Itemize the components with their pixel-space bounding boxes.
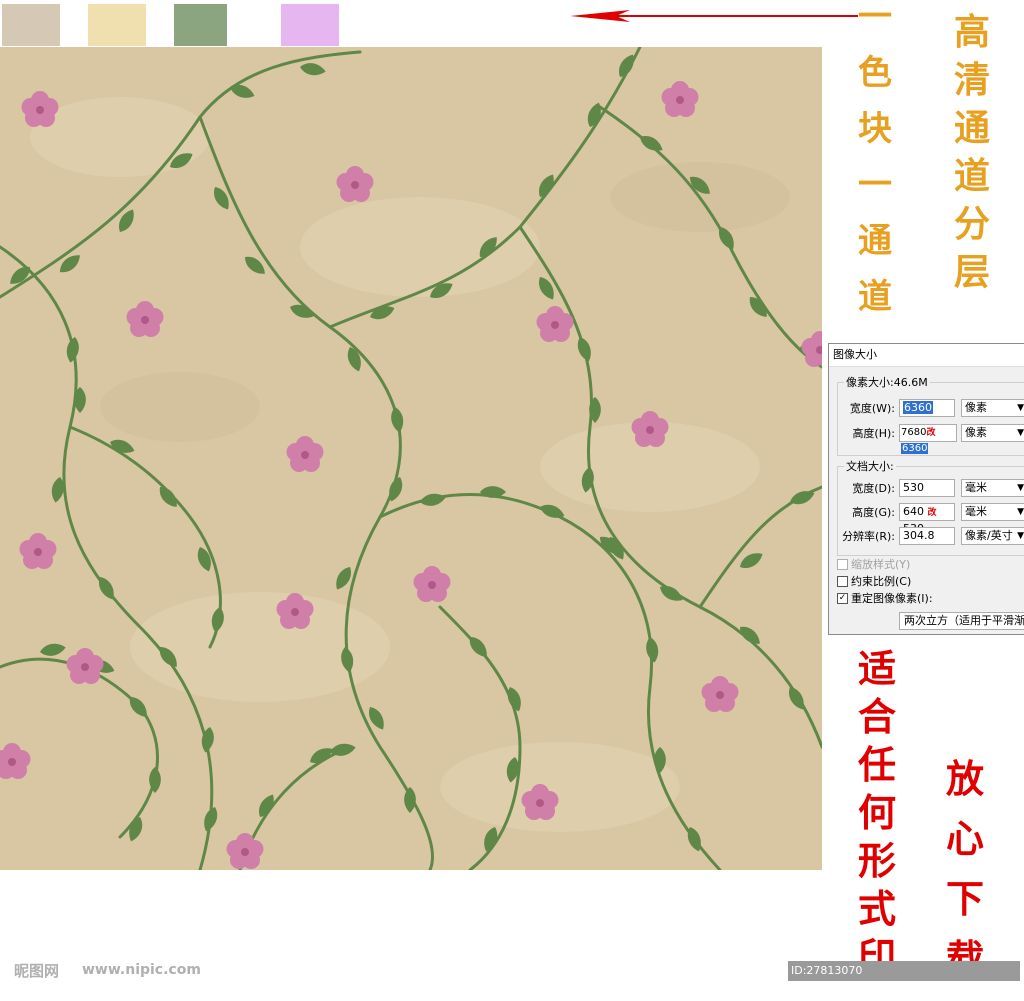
flower-center [141, 316, 149, 324]
flower-center [351, 181, 359, 189]
char: 合 [858, 694, 897, 739]
doc-height-old-value: 640 [903, 505, 924, 518]
width-unit-select[interactable]: 像素 ▼ [961, 399, 1024, 417]
swatch-white [227, 4, 285, 46]
char: 何 [858, 790, 897, 835]
flower-center [36, 106, 44, 114]
char: 高 [954, 11, 991, 53]
chevron-down-icon: ▼ [1017, 403, 1024, 413]
char: 色 [858, 53, 892, 93]
floral-pattern-image [0, 47, 822, 870]
doc-width-unit-select[interactable]: 毫米 ▼ [961, 479, 1024, 497]
constrain-label: 约束比例(C) [851, 575, 912, 588]
resample-checkbox[interactable]: ✓ 重定图像像素(I): [837, 592, 933, 606]
swatch-beige-gray [2, 4, 60, 46]
char: 形 [858, 838, 897, 883]
flower-center [646, 426, 654, 434]
vertical-text-one-swatch-one-channel: 一 色 块 一 通 道 [858, 0, 892, 336]
char: 道 [858, 277, 892, 317]
char: 层 [954, 251, 991, 293]
doc-width-input[interactable]: 530 [899, 479, 955, 497]
scale-styles-checkbox[interactable]: 缩放样式(Y) [837, 558, 910, 572]
doc-height-unit: 毫米 [965, 505, 987, 518]
resolution-input[interactable]: 304.8 [899, 527, 955, 545]
char: 通 [954, 107, 991, 149]
resample-method: 两次立方（适用于平滑渐变 [904, 614, 1024, 627]
flower-center [241, 848, 249, 856]
char: 任 [858, 742, 897, 787]
doc-width-unit: 毫米 [965, 481, 987, 494]
flower-center [676, 96, 684, 104]
flower-center [81, 663, 89, 671]
char: 道 [954, 155, 991, 197]
image-size-dialog: 图像大小 像素大小:46.6M 宽度(W): 6360 像素 ▼ 高度(H): 7… [828, 343, 1024, 635]
doc-height-label: 高度(G): [852, 506, 895, 519]
char: 一 [858, 0, 892, 37]
char: 放 [946, 756, 985, 801]
char: 通 [858, 221, 892, 261]
checkbox-icon [837, 558, 848, 570]
scale-styles-label: 缩放样式(Y) [851, 558, 911, 571]
change-mark: 改 [927, 508, 937, 518]
nipic-site-text: www.nipic.com [82, 962, 201, 978]
char: 适 [858, 646, 897, 691]
height-unit: 像素 [965, 426, 987, 439]
doc-width-label: 宽度(D): [852, 482, 895, 495]
char: 心 [946, 816, 985, 861]
char: 清 [954, 59, 991, 101]
flower-center [536, 799, 544, 807]
flower-center [716, 691, 724, 699]
width-label: 宽度(W): [849, 402, 895, 415]
char: 式 [858, 886, 897, 931]
doc-width-value: 530 [903, 481, 924, 494]
vertical-text-fit-any-print: 适 合 任 何 形 式 印 [858, 650, 896, 986]
vertical-text-hd-channel-layers: 高 清 通 道 分 层 [954, 14, 990, 302]
flower-center [428, 581, 436, 589]
swatch-green [174, 4, 232, 46]
height-label: 高度(H): [852, 427, 895, 440]
resample-method-select[interactable]: 两次立方（适用于平滑渐变 [899, 612, 1024, 630]
resolution-unit: 像素/英寸 [965, 529, 1013, 542]
height-input[interactable]: 7680改 6360 [899, 424, 957, 454]
change-mark: 改 [926, 428, 936, 438]
resolution-value: 304.8 [903, 529, 935, 542]
chevron-down-icon: ▼ [1017, 531, 1024, 541]
char: 一 [858, 165, 892, 205]
chevron-down-icon: ▼ [1017, 483, 1024, 493]
checkmark-icon: ✓ [837, 592, 848, 604]
resample-label: 重定图像像素(I): [851, 592, 933, 605]
height-value: 6360 [901, 443, 929, 454]
width-value: 6360 [903, 401, 933, 414]
pixel-size-label: 像素大小:46.6M [846, 376, 928, 389]
flower-center [291, 608, 299, 616]
checkbox-icon [837, 575, 848, 587]
flower-center [551, 321, 559, 329]
char: 下 [946, 876, 985, 921]
flower-center [34, 548, 42, 556]
width-input[interactable]: 6360 [899, 399, 955, 417]
resolution-unit-select[interactable]: 像素/英寸 ▼ [961, 527, 1024, 545]
dialog-title: 图像大小 [829, 344, 1024, 367]
doc-height-unit-select[interactable]: 毫米 ▼ [961, 503, 1024, 521]
red-arrow-icon [570, 10, 858, 22]
flower-center [8, 758, 16, 766]
flower-center [301, 451, 309, 459]
swatch-lilac [281, 4, 339, 46]
char: 块 [858, 109, 892, 149]
constrain-proportions-checkbox[interactable]: 约束比例(C) [837, 575, 911, 589]
image-id-banner: ID:27813070 NO:20201115154207191030 [788, 961, 1020, 997]
doc-height-input[interactable]: 640 改 530 [899, 503, 955, 535]
nipic-logo: 昵图网 [14, 962, 60, 980]
chevron-down-icon: ▼ [1017, 507, 1024, 517]
chevron-down-icon: ▼ [1017, 428, 1024, 438]
height-old-value: 7680 [901, 427, 927, 438]
swatch-cream [88, 4, 146, 46]
char: 分 [954, 203, 991, 245]
width-unit: 像素 [965, 401, 987, 414]
document-size-label: 文档大小: [846, 460, 894, 473]
height-unit-select[interactable]: 像素 ▼ [961, 424, 1024, 442]
resolution-label: 分辨率(R): [842, 530, 895, 543]
